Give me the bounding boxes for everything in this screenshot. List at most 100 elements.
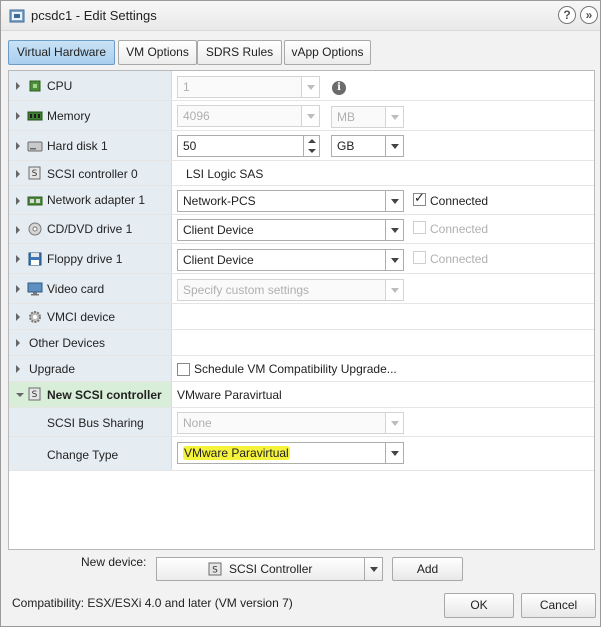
video-card-value: Specify custom settings [183,283,310,297]
expand-arrow-icon[interactable] [16,285,20,293]
cd-dvd-connected-label: Connected [430,222,489,236]
floppy-connected-label: Connected [430,252,489,266]
cd-dvd-value: Client Device [183,223,254,237]
hard-disk-label: Hard disk 1 [47,139,108,153]
scsi-controller-icon: S [208,562,222,576]
floppy-icon [28,252,42,266]
vmci-label: VMCI device [47,310,116,324]
floppy-select[interactable]: Client Device [177,249,404,271]
hardware-row-change-type: Change Type VMware Paravirtual [9,437,594,471]
video-card-icon [27,282,43,296]
expand-arrow-icon[interactable] [16,142,20,150]
bus-sharing-label: SCSI Bus Sharing [47,416,144,430]
cd-dvd-select[interactable]: Client Device [177,219,404,241]
vmci-gear-icon [29,311,41,323]
schedule-upgrade-label: Schedule VM Compatibility Upgrade... [194,362,397,376]
hardware-list: CPU 1 i Memory 4096 MB Hard disk 1 50 GB… [8,70,595,550]
tab-vapp-options[interactable]: vApp Options [284,40,371,65]
scsi-controller-icon: S [28,387,41,401]
cd-dvd-icon [28,222,42,236]
tab-vm-options[interactable]: VM Options [118,40,197,65]
help-button[interactable]: ? [558,6,576,24]
video-card-select[interactable]: Specify custom settings [177,279,404,301]
hardware-row-upgrade: Upgrade Schedule VM Compatibility Upgrad… [9,356,594,382]
hard-disk-icon [27,141,43,152]
info-icon[interactable]: i [332,81,346,95]
chevron-down-icon [385,191,403,211]
chevron-down-icon [385,220,403,240]
video-card-label: Video card [47,282,105,296]
window-title: pcsdc1 - Edit Settings [31,8,157,23]
hard-disk-unit: GB [337,139,355,153]
expand-button[interactable]: » [580,6,598,24]
expand-arrow-icon[interactable] [16,82,20,90]
stepper-icon[interactable] [303,136,319,156]
hardware-row-new-scsi-controller[interactable]: S New SCSI controller VMware Paravirtual [9,382,594,408]
new-device-label: New device: [81,555,147,569]
change-type-select[interactable]: VMware Paravirtual [177,442,404,464]
memory-module-icon [27,111,43,121]
hard-disk-unit-select[interactable]: GB [331,135,404,157]
memory-input[interactable]: 4096 [177,105,320,127]
bus-sharing-select[interactable]: None [177,412,404,434]
change-type-label: Change Type [47,448,119,462]
expand-arrow-icon[interactable] [16,170,20,178]
new-scsi-label: New SCSI controller [47,388,162,402]
cd-dvd-connected-checkbox[interactable] [413,221,426,234]
new-device-select[interactable]: S SCSI Controller [156,557,383,581]
hardware-row-cd-dvd: CD/DVD drive 1 Client Device Connected [9,215,594,244]
hardware-row-other-devices: Other Devices [9,330,594,356]
svg-text:S: S [32,390,38,400]
chevron-down-icon [301,77,319,97]
chevron-down-icon [301,106,319,126]
floppy-connected-checkbox[interactable] [413,251,426,264]
upgrade-label: Upgrade [29,362,76,376]
memory-label: Memory [47,109,91,123]
hardware-row-scsi-bus-sharing: SCSI Bus Sharing None [9,408,594,437]
bus-sharing-value: None [183,416,212,430]
expand-arrow-icon[interactable] [16,313,20,321]
scsi-controller-icon: S [28,166,41,180]
hardware-row-floppy: Floppy drive 1 Client Device Connected [9,244,594,274]
expand-arrow-icon[interactable] [16,112,20,120]
vm-icon [9,9,25,23]
cpu-chip-icon [29,80,41,92]
scsi-controller-value: LSI Logic SAS [186,167,264,181]
expand-arrow-icon[interactable] [16,339,20,347]
network-select[interactable]: Network-PCS [177,190,404,212]
network-connected-checkbox[interactable] [413,191,426,206]
cpu-select[interactable]: 1 [177,76,320,98]
expand-arrow-icon[interactable] [16,255,20,263]
svg-text:S: S [32,169,38,179]
expand-arrow-icon[interactable] [16,197,20,205]
floppy-value: Client Device [183,253,254,267]
edit-settings-dialog: pcsdc1 - Edit Settings ? » Virtual Hardw… [0,0,601,627]
chevron-down-icon [385,107,403,127]
chevron-down-icon [385,443,403,463]
chevron-down-icon [385,413,403,433]
memory-unit-select[interactable]: MB [331,106,404,128]
tab-sdrs-rules[interactable]: SDRS Rules [197,40,282,65]
cancel-button[interactable]: Cancel [521,593,596,618]
svg-text:S: S [212,566,218,576]
other-devices-label: Other Devices [29,336,106,350]
expand-arrow-icon[interactable] [16,226,20,234]
hardware-row-network-adapter: Network adapter 1 Network-PCS Connected [9,186,594,215]
ok-button[interactable]: OK [444,593,514,618]
chevron-down-icon [385,280,403,300]
new-device-value: SCSI Controller [229,562,313,576]
network-connected-label: Connected [430,194,489,208]
hardware-row-memory: Memory 4096 MB [9,101,594,131]
new-scsi-value: VMware Paravirtual [177,388,282,402]
chevron-down-icon [385,136,403,156]
add-device-button[interactable]: Add [392,557,463,581]
chevron-down-icon [385,250,403,270]
tab-virtual-hardware[interactable]: Virtual Hardware [8,40,115,65]
hard-disk-size-input[interactable]: 50 [177,135,320,157]
schedule-upgrade-checkbox[interactable] [177,363,190,376]
hardware-row-video-card: Video card Specify custom settings [9,274,594,304]
hardware-row-hard-disk: Hard disk 1 50 GB [9,131,594,161]
collapse-arrow-icon[interactable] [16,393,24,397]
expand-arrow-icon[interactable] [16,365,20,373]
cpu-label: CPU [47,79,73,93]
